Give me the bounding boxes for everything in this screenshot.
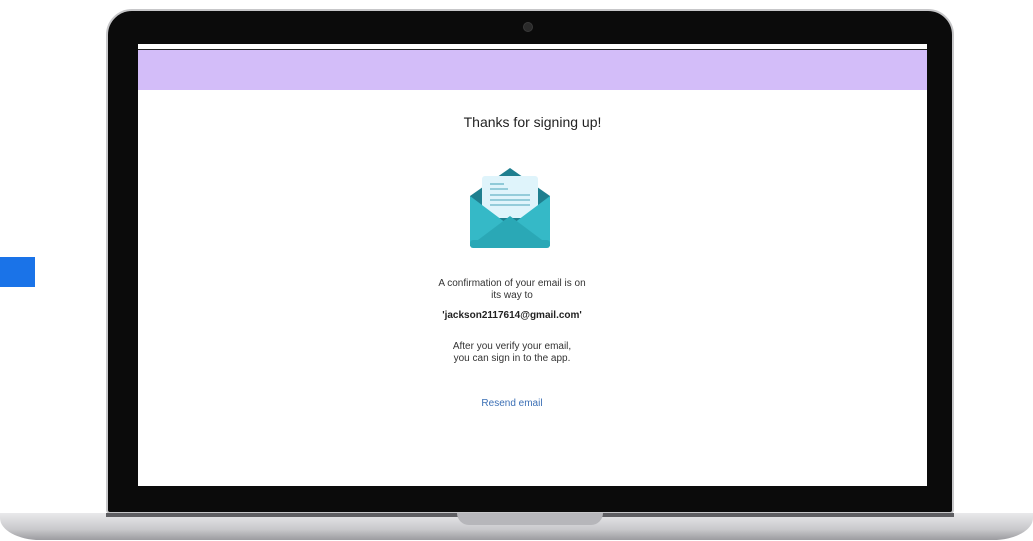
verify-text: After you verify your email, you can sig…: [408, 341, 616, 365]
header-bar: [138, 50, 927, 90]
laptop-notch: [457, 513, 603, 525]
confirmation-line-1: A confirmation of your email is on: [438, 278, 586, 289]
envelope-letter-icon: [470, 168, 550, 248]
confirmation-text: A confirmation of your email is on its w…: [408, 278, 616, 302]
verify-line-1: After you verify your email,: [452, 341, 572, 352]
app-screen: Thanks for signing up! A confirmation of…: [138, 44, 927, 486]
page-title: Thanks for signing up!: [463, 114, 602, 130]
resend-email-link[interactable]: Resend email: [438, 398, 586, 409]
confirmation-line-2: its way to: [491, 290, 533, 301]
webcam-icon: [523, 22, 533, 32]
verify-line-2: you can sign in to the app.: [453, 353, 571, 364]
email-address: 'jackson2117614@gmail.com': [442, 310, 582, 321]
blue-square-marker: [0, 257, 35, 287]
